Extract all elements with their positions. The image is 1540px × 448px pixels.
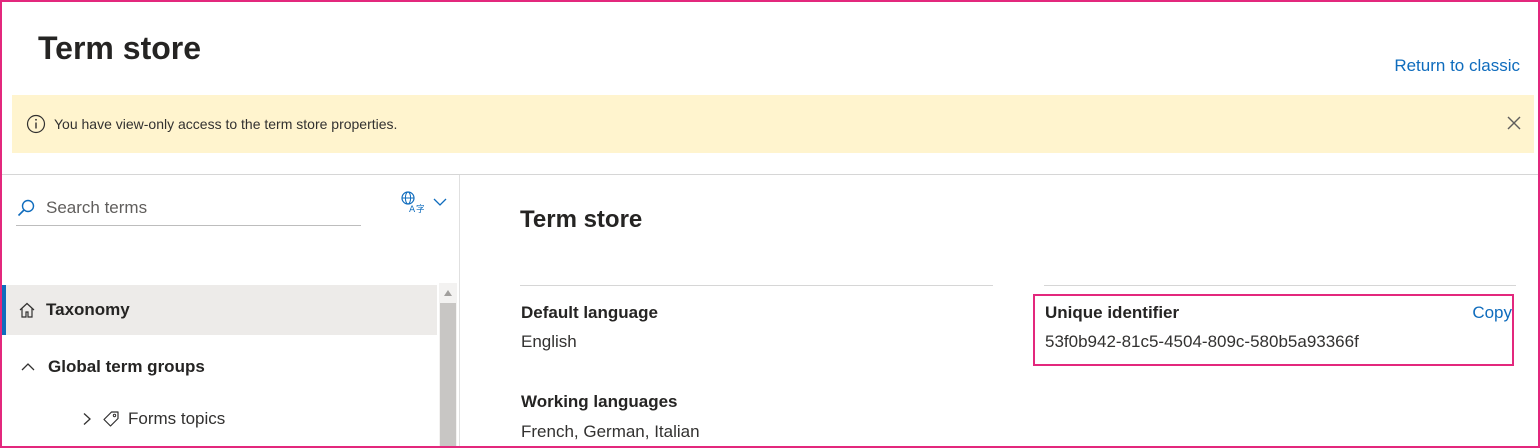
scroll-up-arrow-icon[interactable] (443, 289, 453, 297)
nav-item-forms-topics[interactable]: Forms topics (2, 397, 437, 441)
page-title: Term store (38, 30, 202, 66)
search-placeholder: Search terms (46, 198, 148, 217)
svg-text:字: 字 (416, 203, 424, 213)
pane-divider (459, 175, 460, 446)
working-languages-label: Working languages (521, 392, 678, 411)
chevron-right-icon[interactable] (80, 412, 94, 426)
chevron-down-icon (433, 198, 447, 206)
tag-icon (103, 411, 119, 427)
search-input[interactable]: Search terms (16, 191, 361, 226)
scrollbar-thumb[interactable] (440, 303, 456, 446)
search-icon (17, 199, 35, 217)
nav-item-global-term-groups-label: Global term groups (48, 357, 205, 376)
info-icon (26, 114, 46, 134)
banner-message: You have view-only access to the term st… (54, 116, 398, 132)
section-divider-right (1044, 285, 1516, 286)
svg-text:A: A (409, 205, 416, 213)
unique-identifier-label: Unique identifier (1045, 303, 1180, 322)
nav-item-forms-topics-label: Forms topics (128, 409, 226, 428)
default-language-label: Default language (521, 303, 658, 322)
view-only-banner: You have view-only access to the term st… (12, 95, 1534, 153)
nav-item-taxonomy-label: Taxonomy (46, 300, 130, 319)
close-icon[interactable] (1506, 115, 1522, 131)
navigation-pane: Search terms A 字 Taxonomy Global term gr… (2, 175, 459, 446)
nav-scrollbar[interactable] (439, 283, 457, 446)
translate-icon: A 字 (401, 191, 424, 213)
working-languages-value: French, German, Italian (521, 422, 700, 441)
default-language-value: English (521, 332, 577, 351)
section-title: Term store (520, 206, 643, 233)
chevron-up-icon[interactable] (20, 359, 36, 375)
section-divider-left (520, 285, 993, 286)
nav-item-global-term-groups[interactable]: Global term groups (2, 342, 437, 392)
copy-button[interactable]: Copy (1472, 303, 1512, 323)
nav-item-taxonomy[interactable]: Taxonomy (2, 285, 437, 335)
language-selector[interactable]: A 字 (400, 191, 448, 213)
return-to-classic-link[interactable]: Return to classic (1394, 56, 1520, 76)
unique-identifier-value: 53f0b942-81c5-4504-809c-580b5a93366f (1045, 332, 1359, 351)
home-icon (19, 302, 35, 318)
